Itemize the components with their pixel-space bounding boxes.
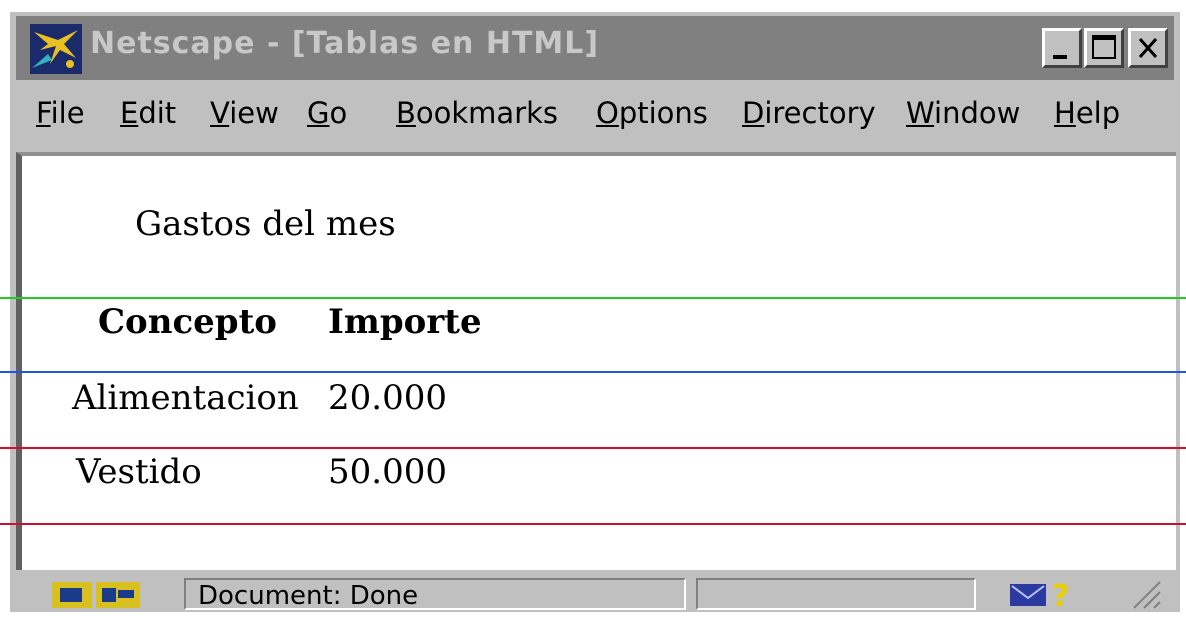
annotation-line-green <box>0 297 1186 299</box>
progress-panel <box>696 578 976 610</box>
close-icon <box>1138 38 1158 58</box>
minimize-button[interactable] <box>1042 28 1082 68</box>
browser-window: Netscape - [Tablas en HTML] File Edit Vi… <box>10 12 1180 614</box>
menu-bar: File Edit View Go Bookmarks Options Dire… <box>16 82 1174 144</box>
mail-icon[interactable] <box>1010 584 1046 606</box>
menu-help[interactable]: Help <box>1054 96 1120 130</box>
status-bar: Document: Done ? <box>16 574 1176 614</box>
menu-directory[interactable]: Directory <box>742 96 876 130</box>
menu-window[interactable]: Window <box>906 96 1020 130</box>
table-header-importe: Importe <box>328 302 482 342</box>
annotation-line-red <box>0 523 1186 525</box>
help-question-icon[interactable]: ? <box>1052 579 1069 614</box>
menu-view[interactable]: View <box>210 96 279 130</box>
security-indicator[interactable] <box>42 578 152 610</box>
page-content: Gastos del mes Concepto Importe Alimenta… <box>16 152 1176 570</box>
status-text: Document: Done <box>198 581 419 611</box>
title-bar[interactable]: Netscape - [Tablas en HTML] <box>16 16 1174 80</box>
annotation-line-blue <box>0 371 1186 373</box>
maximize-button[interactable] <box>1084 28 1124 68</box>
table-header-concepto: Concepto <box>98 302 277 342</box>
status-text-panel: Document: Done <box>184 578 686 611</box>
annotation-line-red <box>0 447 1186 449</box>
menu-file[interactable]: File <box>36 96 85 130</box>
table-cell-importe: 50.000 <box>328 452 447 492</box>
table-cell-concepto: Alimentacion <box>72 378 299 418</box>
status-icons: ? <box>984 578 1168 614</box>
security-key-icon <box>52 582 140 608</box>
menu-go[interactable]: Go <box>307 96 347 130</box>
table-cell-importe: 20.000 <box>328 378 447 418</box>
table-caption: Gastos del mes <box>135 204 396 244</box>
menu-edit[interactable]: Edit <box>120 96 176 130</box>
svg-text:?: ? <box>1052 579 1069 610</box>
maximize-icon <box>1092 35 1116 59</box>
netscape-logo-icon[interactable] <box>30 24 82 74</box>
menu-bookmarks[interactable]: Bookmarks <box>396 96 558 130</box>
minimize-icon <box>1053 55 1067 59</box>
close-button[interactable] <box>1128 28 1168 68</box>
table-cell-concepto: Vestido <box>76 452 202 492</box>
window-title: Netscape - [Tablas en HTML] <box>90 26 600 61</box>
resize-grip-icon[interactable] <box>1133 581 1161 609</box>
menu-options[interactable]: Options <box>596 96 708 130</box>
